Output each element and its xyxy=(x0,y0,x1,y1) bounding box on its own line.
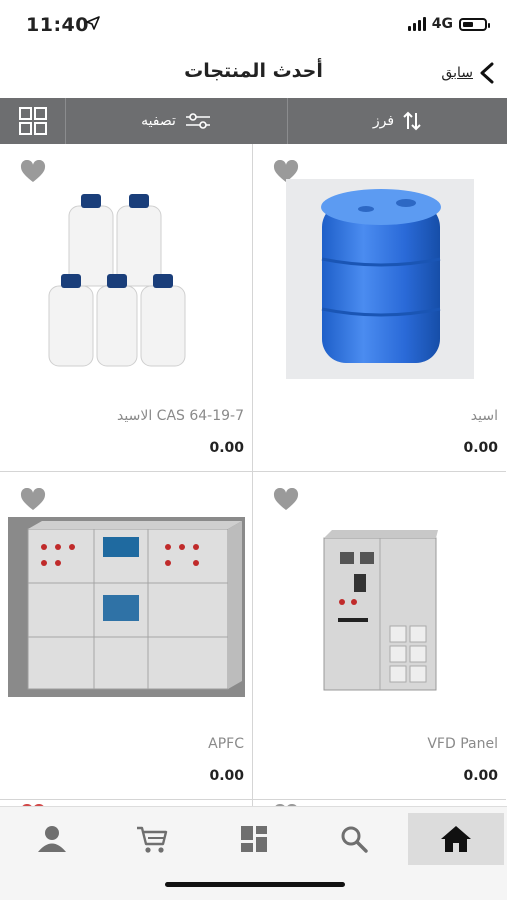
product-card[interactable]: اسيد 0.00 xyxy=(253,144,506,472)
product-card[interactable]: APFC 0.00 xyxy=(0,472,253,800)
product-card[interactable]: الاسيد CAS 64-19-7 0.00 xyxy=(0,144,253,472)
product-name[interactable]: اسيد xyxy=(471,408,498,424)
product-price: 0.00 xyxy=(463,440,498,456)
filter-sliders-icon xyxy=(185,113,210,129)
chevron-left-icon xyxy=(480,62,494,84)
product-name[interactable]: الاسيد CAS 64-19-7 xyxy=(117,408,244,424)
product-name[interactable]: VFD Panel xyxy=(427,736,498,752)
grid-view-button[interactable] xyxy=(0,98,66,144)
product-name[interactable]: APFC xyxy=(208,736,244,752)
signal-icon xyxy=(407,17,426,31)
nav-search[interactable] xyxy=(306,813,402,865)
product-image[interactable] xyxy=(8,174,245,384)
grid-view-icon xyxy=(18,107,47,135)
product-image[interactable] xyxy=(261,502,498,712)
product-grid: الاسيد CAS 64-19-7 0.00 اسيد 0.00 APFC 0… xyxy=(0,144,507,806)
filter-label: تصفيه xyxy=(141,113,176,129)
network-type: 4G xyxy=(431,16,453,32)
battery-icon xyxy=(459,17,490,31)
product-card[interactable]: VFD Panel 0.00 xyxy=(253,472,506,800)
header: أحدث المنتجات سابق xyxy=(0,50,507,98)
bottles-image xyxy=(48,194,185,367)
page-title: أحدث المنتجات xyxy=(184,60,323,82)
product-price: 0.00 xyxy=(209,440,244,456)
user-icon xyxy=(38,826,66,852)
nav-home[interactable] xyxy=(408,813,504,865)
filter-button[interactable]: تصفيه xyxy=(66,98,288,144)
vfd-panel-image xyxy=(323,530,438,691)
home-indicator xyxy=(165,882,345,887)
back-button[interactable]: سابق xyxy=(441,62,495,84)
toolbar: تصفيه فرز xyxy=(0,98,507,144)
product-price: 0.00 xyxy=(463,768,498,784)
nav-categories[interactable] xyxy=(206,813,302,865)
status-time: 11:40 xyxy=(26,14,89,36)
nav-cart[interactable] xyxy=(104,813,200,865)
nav-account[interactable] xyxy=(4,813,100,865)
search-icon xyxy=(341,826,368,853)
product-image[interactable] xyxy=(261,174,498,384)
cart-icon xyxy=(137,826,168,853)
status-bar: 11:40 4G xyxy=(0,0,507,50)
categories-icon xyxy=(241,826,267,852)
back-label: سابق xyxy=(441,65,473,81)
blue-drum-image xyxy=(285,179,474,379)
sort-arrows-icon xyxy=(403,111,421,131)
location-arrow-icon xyxy=(86,16,100,30)
product-image[interactable] xyxy=(8,502,245,712)
sort-label: فرز xyxy=(372,113,395,129)
apfc-panel-image xyxy=(8,517,245,697)
sort-button[interactable]: فرز xyxy=(288,98,507,144)
home-icon xyxy=(441,826,471,852)
product-price: 0.00 xyxy=(209,768,244,784)
status-indicators: 4G xyxy=(407,16,490,32)
